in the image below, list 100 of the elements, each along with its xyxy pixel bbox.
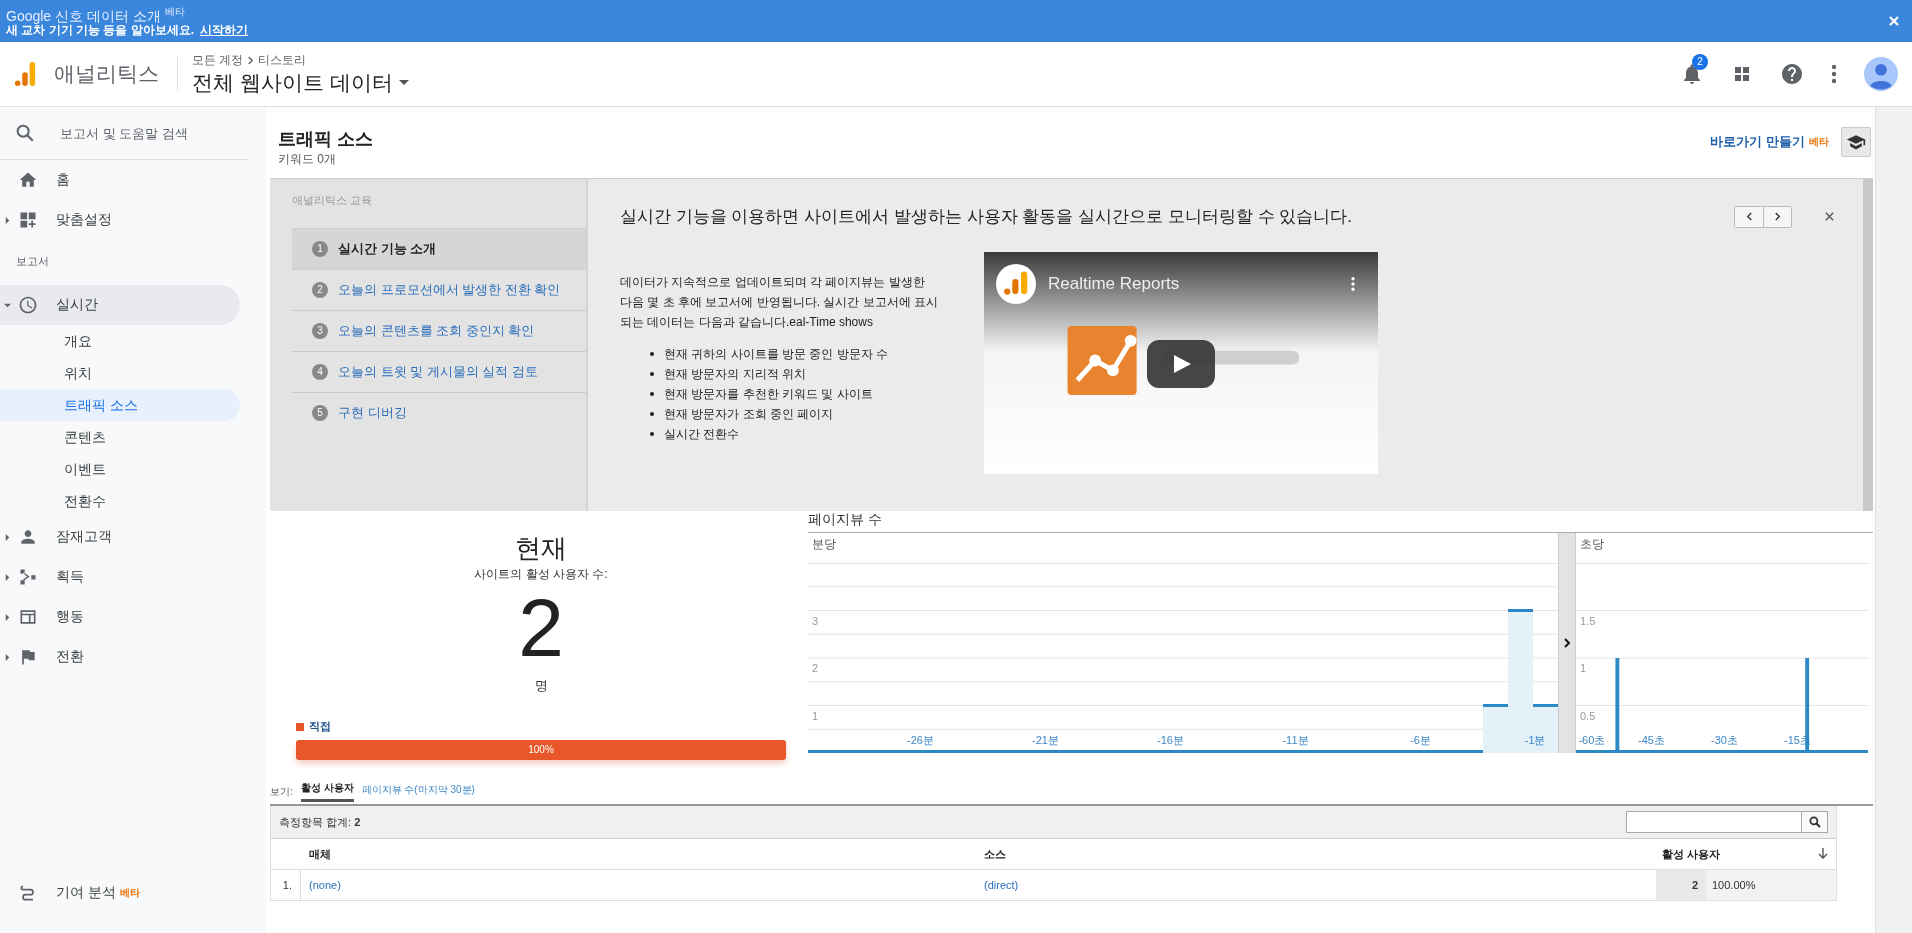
chart-label: 분당 — [811, 536, 837, 553]
help-icon[interactable] — [1780, 62, 1804, 86]
current-heading: 현재 — [515, 532, 567, 565]
previous-button[interactable] — [1735, 206, 1763, 227]
active-users-count: 2 — [518, 583, 564, 673]
panel-title: 실시간 기능을 이용하면 사이트에서 발생하는 사용자 활동을 실시간으로 모니터링할 수 있습니다. — [620, 206, 1353, 228]
branch-icon — [18, 567, 38, 587]
x-tick-label: -21분 — [1032, 734, 1059, 746]
chevron-right-icon — [1774, 212, 1781, 221]
x-tick-label: -6분 — [1410, 734, 1431, 746]
video-title[interactable]: Realtime Reports — [1048, 274, 1338, 294]
expand-arrow-icon[interactable] — [3, 573, 11, 581]
search-icon[interactable] — [14, 122, 36, 144]
app-name: 애널리틱스 — [54, 61, 159, 87]
step-item[interactable]: 2 오늘의 프로모션에서 발생한 전환 확인 — [292, 269, 586, 310]
notification-badge: 2 — [1692, 54, 1708, 70]
search-field[interactable]: 보고서 및 도움말 검색 — [58, 124, 242, 142]
breadcrumb-item[interactable]: 모든 계정 — [192, 51, 244, 69]
table-link[interactable]: (none) — [309, 879, 341, 891]
chart-label: 초당 — [1579, 536, 1605, 553]
column-header[interactable]: 매체 — [301, 846, 976, 862]
table-cell: 100.00% — [1706, 870, 1836, 900]
bar-chart-logo-icon[interactable] — [14, 60, 36, 88]
expand-arrow-icon[interactable] — [3, 533, 11, 541]
clock-icon — [18, 295, 38, 315]
step-item[interactable]: 1 실시간 기능 소개 — [292, 228, 586, 269]
nav-subitem[interactable]: 개요 — [0, 325, 240, 357]
section-label: 보고서 — [15, 254, 50, 269]
view-label: 보기: — [270, 784, 293, 799]
search-icon — [1807, 815, 1822, 829]
y-tick-label: 1 — [812, 709, 819, 722]
chart-title: 페이지뷰 수 — [808, 511, 1873, 533]
chevron-icon — [247, 55, 255, 65]
education-button[interactable] — [1841, 127, 1871, 157]
panel-heading: 애널리틱스 교육 — [292, 193, 374, 208]
column-header[interactable]: 소스 — [976, 846, 1662, 862]
channel-logo-icon — [996, 264, 1036, 304]
close-icon[interactable] — [1824, 211, 1835, 222]
more-options-icon[interactable] — [1830, 62, 1838, 86]
metric-total: 측정항목 합계: 2 — [279, 814, 361, 830]
nav-item-highlight[interactable]: 실시간 — [0, 285, 240, 325]
x-tick-label: -16분 — [1157, 734, 1184, 746]
unit-label: 명 — [534, 677, 548, 695]
next-button[interactable] — [1763, 206, 1791, 227]
avatar[interactable] — [1864, 57, 1898, 91]
x-tick-label: -30초 — [1711, 734, 1738, 746]
sort-arrow-icon[interactable] — [1818, 848, 1828, 860]
start-link[interactable]: 시작하기 — [200, 23, 248, 39]
bullet-item: 현재 귀하의 사이트를 방문 중인 방문자 수 — [664, 346, 888, 363]
chevron-left-icon — [1745, 212, 1753, 221]
nav-subitem[interactable]: 위치 — [0, 357, 240, 389]
page-title: 트래픽 소스 — [278, 128, 373, 151]
beta-label: 베타 — [119, 886, 140, 900]
more-options-icon[interactable] — [1350, 275, 1356, 293]
nav-item[interactable]: 행동 — [56, 608, 84, 626]
view-tab[interactable]: 활성 사용자 — [300, 781, 354, 802]
x-tick-label: -26분 — [907, 734, 934, 746]
x-tick-label: -11분 — [1282, 734, 1309, 746]
nav-subitem[interactable]: 콘텐츠 — [0, 421, 240, 453]
banner-title: Google 신호 데이터 소개 $^{베타}$ — [6, 4, 185, 24]
bullet-item: 현재 방문자를 추천한 키워드 및 사이트 — [664, 386, 873, 403]
nav-subitem[interactable]: 트래픽 소스 — [0, 389, 240, 421]
nav-item[interactable]: 전환 — [56, 648, 84, 666]
nav-item[interactable]: 획득 — [56, 568, 84, 586]
scrollbar[interactable] — [1863, 179, 1873, 511]
breadcrumb-item[interactable]: 티스토리 — [258, 51, 307, 69]
scrollbar[interactable] — [1875, 107, 1912, 933]
expand-arrow-icon[interactable] — [3, 653, 11, 661]
bullet-item: 현재 방문자의 지리적 위치 — [664, 366, 806, 383]
share-bar: 100% — [296, 740, 786, 760]
table-search-field[interactable] — [1626, 811, 1828, 833]
view-tab[interactable]: 페이지뷰 수(마지막 30분) — [361, 782, 475, 801]
active-users-label: 사이트의 활성 사용자 수: — [474, 566, 608, 583]
banner-message: 새 교차 기기 기능 등을 알아보세요. — [6, 23, 194, 39]
chevron-icon[interactable] — [1563, 638, 1571, 648]
caret-icon — [398, 79, 409, 86]
expand-arrow-icon[interactable] — [3, 216, 11, 224]
nav-item[interactable]: 실시간 — [56, 296, 98, 314]
expand-arrow-icon[interactable] — [3, 613, 11, 621]
row-number: 1. — [271, 870, 301, 900]
play-button[interactable] — [1147, 340, 1215, 388]
nav-item[interactable]: 홈 — [56, 171, 70, 189]
search-button[interactable] — [1801, 812, 1827, 832]
nav-item[interactable]: 맞춤설정 — [56, 211, 112, 229]
create-shortcut-link[interactable]: 바로가기 만들기 — [1710, 133, 1805, 151]
nav-subitem[interactable]: 전환수 — [0, 485, 240, 517]
step-item[interactable]: 4 오늘의 트윗 및 게시물의 실적 검토 — [292, 351, 586, 392]
column-header[interactable]: 활성 사용자 — [1662, 846, 1818, 862]
nav-item[interactable]: 잠재고객 — [56, 528, 112, 546]
table-cell: 2 — [1656, 870, 1706, 900]
expand-arrow-icon[interactable] — [3, 301, 11, 309]
nav-subitem[interactable]: 이벤트 — [0, 453, 240, 485]
nav-item[interactable]: 기여 분석 — [56, 884, 116, 902]
legend-label: 직접 — [309, 719, 331, 734]
view-selector[interactable]: 전체 웹사이트 데이터 — [192, 68, 409, 97]
description-text: 데이터가 지속적으로 업데이트되며 각 페이지뷰는 발생한 다음 몇 초 후에 보고서에 반영됩니다. 실시간 보고서에 표시되는 데이터는 다음과 같습니다.eal-Time shows — [620, 274, 938, 331]
y-tick-label: 1 — [1580, 662, 1587, 674]
table-link[interactable]: (direct) — [984, 879, 1019, 891]
step-item[interactable]: 3 오늘의 콘텐츠를 조회 중인지 확인 — [292, 310, 586, 351]
step-item[interactable]: 5 구현 디버깅 — [292, 392, 586, 433]
